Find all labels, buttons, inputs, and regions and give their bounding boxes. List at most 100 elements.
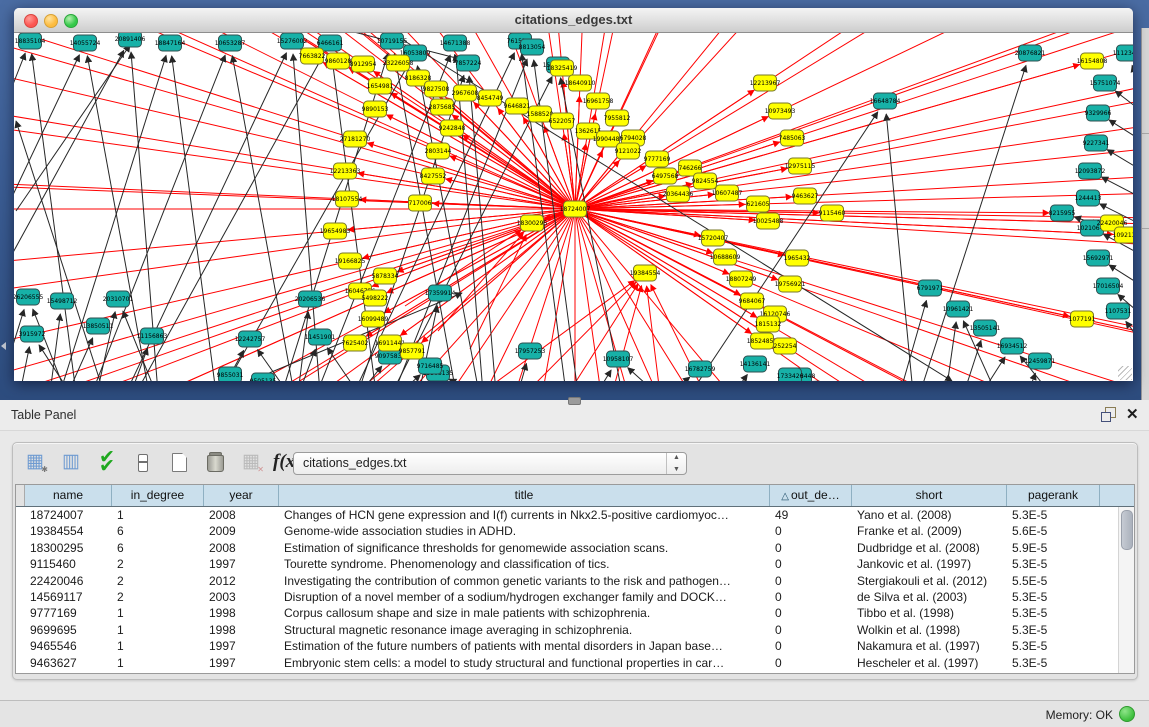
column-header-year[interactable]: year (204, 485, 279, 506)
network-node[interactable]: 5498222 (362, 290, 389, 306)
cell-out_de[interactable]: 0 (770, 638, 852, 654)
network-node[interactable]: 9329966 (1085, 105, 1112, 121)
cell-in_degree[interactable]: 1 (112, 638, 204, 654)
network-node[interactable]: 16934512 (997, 338, 1028, 354)
column-header-in_degree[interactable]: in_degree (112, 485, 204, 506)
table-row[interactable]: 1872400712008Changes of HCN gene express… (16, 507, 1119, 523)
network-node[interactable]: 12213967 (750, 75, 781, 91)
network-node[interactable]: 7663822 (299, 48, 326, 64)
network-node[interactable]: 9227341 (1083, 135, 1110, 151)
cell-title[interactable]: Changes of HCN gene expression and I(f) … (279, 507, 770, 523)
network-node[interactable]: 16648784 (870, 93, 901, 109)
network-node[interactable]: 9242848 (439, 120, 466, 136)
table-row[interactable]: 2242004622012Investigating the contribut… (16, 573, 1119, 589)
cell-year[interactable]: 1997 (204, 638, 279, 654)
network-node[interactable]: 18807249 (726, 271, 757, 287)
cell-short[interactable]: Yano et al. (2008) (852, 507, 1007, 523)
network-node[interactable]: 19654983 (320, 223, 351, 239)
splitter-handle[interactable] (568, 397, 581, 405)
dropdown-stepper-icon[interactable]: ▲▼ (666, 453, 686, 474)
network-node[interactable]: 18835104 (15, 33, 46, 49)
cell-pagerank[interactable]: 5.3E-5 (1007, 622, 1100, 638)
cell-in_degree[interactable]: 2 (112, 556, 204, 572)
network-node[interactable]: 9115460 (819, 205, 846, 221)
cell-title[interactable]: Embryonic stem cells: a model to study s… (279, 655, 770, 671)
delete-table-icon[interactable]: ▦✕ (237, 448, 265, 476)
network-node[interactable]: 9860128 (325, 53, 352, 69)
table-selector-dropdown[interactable]: citations_edges.txt ▲▼ (293, 452, 687, 475)
network-node[interactable]: 12975115 (785, 158, 816, 174)
cell-pagerank[interactable]: 5.3E-5 (1007, 556, 1100, 572)
cell-pagerank[interactable]: 5.5E-5 (1007, 573, 1100, 589)
cell-title[interactable]: Structural magnetic resonance image aver… (279, 622, 770, 638)
cell-title[interactable]: Investigating the contribution of common… (279, 573, 770, 589)
network-node[interactable]: 10958107 (603, 351, 634, 367)
vertical-scrollbar[interactable] (1118, 507, 1134, 673)
network-node[interactable]: 7857224 (455, 55, 482, 71)
table-mode-icon[interactable]: ▦✱ (21, 448, 49, 476)
cell-in_degree[interactable]: 1 (112, 655, 204, 671)
cell-year[interactable]: 2008 (204, 540, 279, 556)
network-node[interactable]: 18107554 (332, 191, 363, 207)
cell-name[interactable]: 9115460 (25, 556, 112, 572)
cell-title[interactable]: Disruption of a novel member of a sodium… (279, 589, 770, 605)
network-node[interactable]: 1244413 (1075, 190, 1102, 206)
network-node[interactable]: 11156863 (137, 328, 168, 344)
cell-pagerank[interactable]: 5.6E-5 (1007, 523, 1100, 539)
cell-short[interactable]: Tibbo et al. (1998) (852, 605, 1007, 621)
network-node[interactable]: 20310701 (103, 291, 134, 307)
cell-out_de[interactable]: 0 (770, 605, 852, 621)
cell-out_de[interactable]: 0 (770, 622, 852, 638)
cell-title[interactable]: Estimation of the future numbers of pati… (279, 638, 770, 654)
table-row[interactable]: 946554611997Estimation of the future num… (16, 638, 1119, 654)
table-row[interactable]: 1456911722003Disruption of a novel membe… (16, 589, 1119, 605)
network-node[interactable]: 10961421 (943, 301, 974, 317)
cell-in_degree[interactable]: 6 (112, 540, 204, 556)
new-column-icon[interactable] (165, 448, 193, 476)
cell-out_de[interactable]: 0 (770, 573, 852, 589)
network-node[interactable]: 10719155 (377, 33, 408, 49)
network-node[interactable]: 19756921 (775, 276, 806, 292)
cell-short[interactable]: Franke et al. (2009) (852, 523, 1007, 539)
network-node[interactable]: 717006 (409, 195, 432, 211)
network-node[interactable]: 9463627 (792, 188, 819, 204)
column-header-title[interactable]: title (279, 485, 770, 506)
cell-out_de[interactable]: 0 (770, 540, 852, 556)
network-node[interactable]: 23226058 (383, 55, 414, 71)
network-node[interactable]: 11123451 (1113, 45, 1133, 61)
cell-year[interactable]: 2012 (204, 573, 279, 589)
cell-pagerank[interactable]: 5.9E-5 (1007, 540, 1100, 556)
cell-name[interactable]: 9463627 (25, 655, 112, 671)
cell-name[interactable]: 14569117 (25, 589, 112, 605)
network-node[interactable]: 19166825 (335, 253, 366, 269)
table-row[interactable]: 946362711997Embryonic stem cells: a mode… (16, 655, 1119, 671)
unselect-all-columns-icon[interactable] (129, 448, 157, 476)
cell-pagerank[interactable]: 5.3E-5 (1007, 507, 1100, 523)
network-node[interactable]: 9684067 (739, 293, 766, 309)
table-row[interactable]: 977716911998Corpus callosum shape and si… (16, 605, 1119, 621)
network-node[interactable]: 10653287 (215, 35, 246, 51)
delete-columns-icon[interactable] (201, 448, 229, 476)
column-header-pagerank[interactable]: pagerank (1007, 485, 1100, 506)
cell-in_degree[interactable]: 2 (112, 589, 204, 605)
window-resize-grip[interactable] (1118, 366, 1132, 380)
network-node[interactable]: 11451901 (305, 329, 336, 345)
network-node[interactable]: 8427552 (420, 168, 447, 184)
cell-in_degree[interactable]: 1 (112, 507, 204, 523)
cell-name[interactable]: 9699695 (25, 622, 112, 638)
network-node[interactable]: 1107531 (1105, 303, 1132, 319)
memory-status[interactable]: Memory: OK (1046, 706, 1135, 724)
network-node[interactable]: 16099489 (358, 311, 389, 327)
cell-out_de[interactable]: 0 (770, 655, 852, 671)
network-node[interactable]: 13505141 (970, 320, 1001, 336)
cell-name[interactable]: 22420046 (25, 573, 112, 589)
cell-title[interactable]: Estimation of significance thresholds fo… (279, 540, 770, 556)
network-node[interactable]: 6497568 (652, 168, 679, 184)
network-node[interactable]: 12213363 (330, 163, 361, 179)
table-row[interactable]: 1830029562008Estimation of significance … (16, 540, 1119, 556)
network-node[interactable]: 15751074 (1090, 75, 1121, 91)
cell-year[interactable]: 1998 (204, 622, 279, 638)
cell-name[interactable]: 9777169 (25, 605, 112, 621)
cell-name[interactable]: 18300295 (25, 540, 112, 556)
cell-in_degree[interactable]: 2 (112, 573, 204, 589)
